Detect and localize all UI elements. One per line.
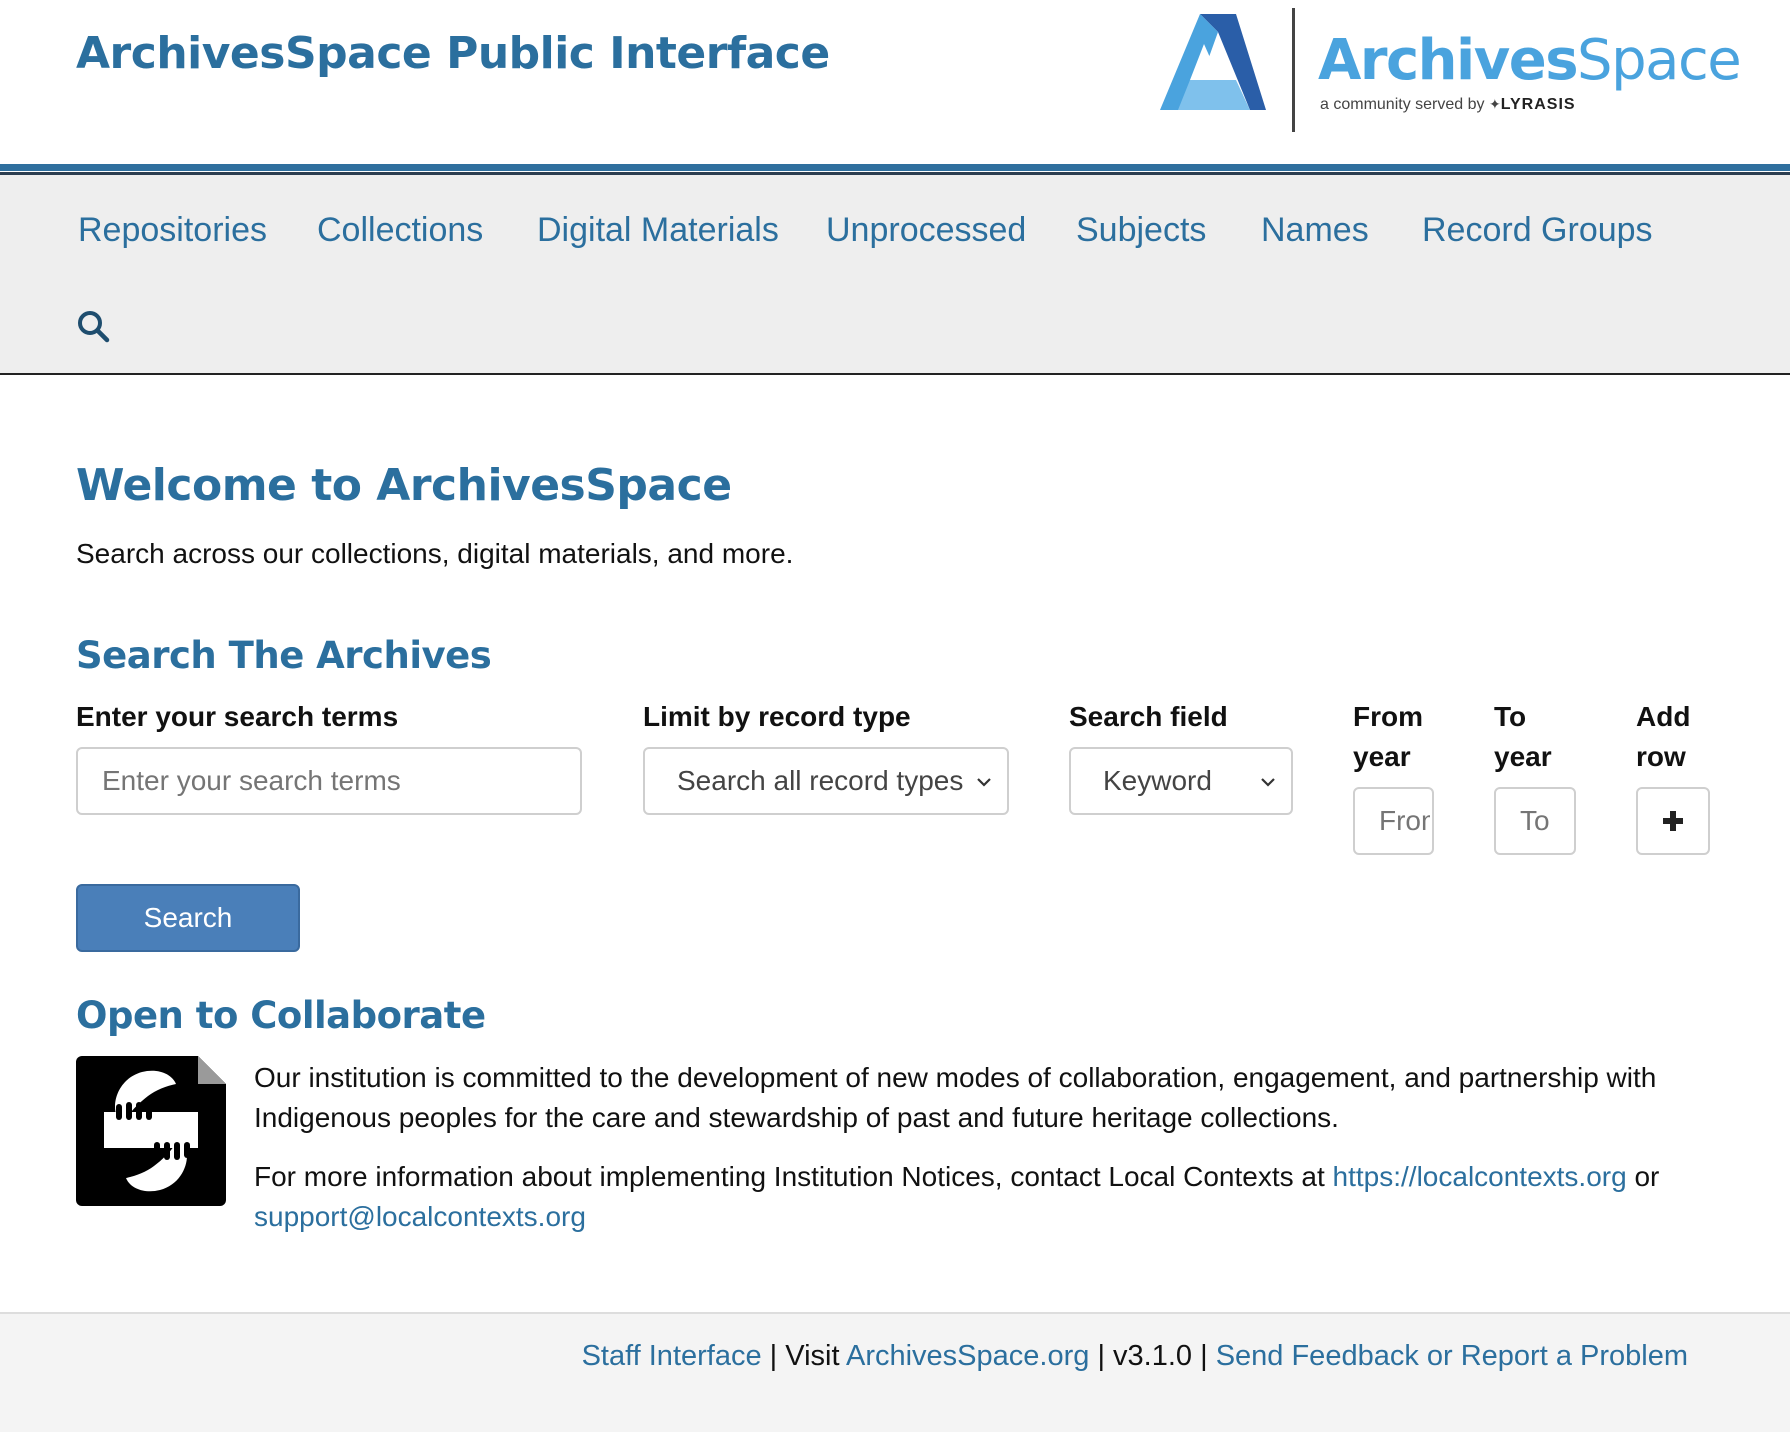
localcontexts-link[interactable]: https://localcontexts.org [1333,1161,1627,1192]
footer-version: | v3.1.0 | [1089,1340,1216,1372]
record-type-select[interactable]: Search all record types [643,747,1009,815]
collaborate-paragraph-2: For more information about implementing … [254,1157,1714,1237]
footer-separator-1: | Visit [761,1340,846,1372]
from-year-label-line-1: From [1353,701,1423,732]
institution-notice-icon [76,1056,226,1206]
staff-interface-link[interactable]: Staff Interface [582,1340,762,1372]
feedback-link[interactable]: Send Feedback or Report a Problem [1216,1340,1688,1372]
main-nav: Repositories Collections Digital Materia… [0,175,1790,375]
from-year-input[interactable] [1353,787,1434,855]
nav-item-subjects[interactable]: Subjects [1076,211,1206,250]
to-year-label-line-2: year [1494,741,1552,772]
from-year-label: From year [1353,697,1423,777]
record-type-label: Limit by record type [643,701,911,732]
welcome-text: Search across our collections, digital m… [76,538,794,569]
add-row-label: Add row [1636,697,1690,777]
archivesspace-logo-mark-icon [1160,14,1266,110]
search-icon[interactable] [76,309,110,343]
support-email-link[interactable]: support@localcontexts.org [254,1201,586,1232]
logo-tagline: a community served by ✦LYRASIS [1320,96,1576,113]
nav-item-unprocessed[interactable]: Unprocessed [826,211,1026,250]
site-header: ArchivesSpace Public Interface ArchivesS… [0,0,1790,166]
search-terms-input[interactable] [76,747,582,815]
nav-item-record-groups[interactable]: Record Groups [1422,211,1653,250]
site-title[interactable]: ArchivesSpace Public Interface [76,28,830,79]
collaborate-paragraph-2-prefix: For more information about implementing … [254,1161,1333,1192]
nav-item-names[interactable]: Names [1261,211,1369,250]
add-row-label-line-1: Add [1636,701,1691,732]
nav-item-repositories[interactable]: Repositories [78,211,267,250]
plus-icon [1663,811,1683,831]
to-year-input[interactable] [1494,787,1576,855]
to-year-label: To year [1494,697,1552,777]
nav-item-digital-materials[interactable]: Digital Materials [537,211,779,250]
add-row-label-line-2: row [1636,741,1686,772]
search-section-title: Search The Archives [76,634,492,677]
search-field-select[interactable]: Keyword [1069,747,1293,815]
chevron-down-icon [1261,778,1275,787]
search-field-value: Keyword [1103,765,1212,796]
chevron-down-icon [977,778,991,787]
search-terms-label: Enter your search terms [76,701,399,732]
archivesspace-logo[interactable]: ArchivesSpace a community served by ✦LYR… [1160,8,1742,132]
collaborate-paragraph-1: Our institution is committed to the deve… [254,1062,1657,1133]
nav-item-collections[interactable]: Collections [317,211,483,250]
search-button[interactable]: Search [76,884,300,952]
welcome-title: Welcome to ArchivesSpace [76,460,732,511]
header-rule-blue [0,164,1790,171]
site-footer: Staff Interface | Visit ArchivesSpace.or… [0,1312,1790,1432]
archivesspace-org-link[interactable]: ArchivesSpace.org [846,1340,1089,1372]
collaborate-paragraph-2-middle: or [1626,1161,1660,1192]
to-year-label-line-1: To [1494,701,1527,732]
logo-divider [1292,8,1295,132]
from-year-label-line-2: year [1353,741,1411,772]
collaborate-title: Open to Collaborate [76,994,486,1037]
footer-links: Staff Interface | Visit ArchivesSpace.or… [582,1340,1688,1373]
logo-wordmark: ArchivesSpace [1318,28,1742,93]
add-row-button[interactable] [1636,787,1710,855]
search-field-label: Search field [1069,701,1228,732]
record-type-value: Search all record types [677,765,964,796]
